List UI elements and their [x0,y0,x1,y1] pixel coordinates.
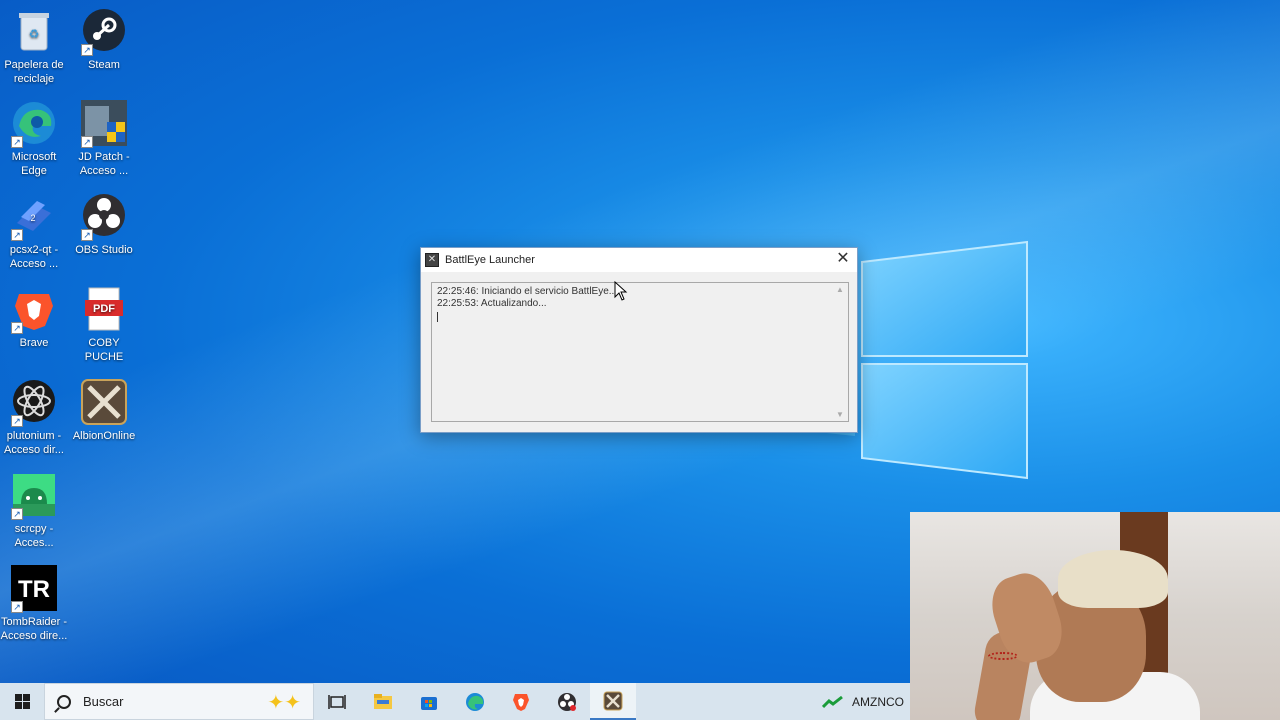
desktop-icon-plutonium[interactable]: ↗ plutonium - Acceso dir... [0,379,70,457]
desktop-icon-label: TombRaider - Acceso dire... [0,616,68,642]
jd-patch-icon: ↗ [81,100,127,148]
tray-stock-widget[interactable]: AMZNCO [822,683,904,720]
taskbar-search[interactable]: Buscar ✦✦ [44,683,314,720]
webcam-overlay [910,512,1280,720]
dialog-titlebar[interactable]: ✕ BattlEye Launcher [421,248,857,272]
albion-taskbar-button[interactable] [590,683,636,720]
shortcut-arrow-icon: ↗ [81,229,93,241]
pdf-badge: PDF [93,303,115,315]
obs-icon: ↗ [81,193,127,241]
svg-text:2: 2 [30,213,35,223]
plutonium-icon: ↗ [11,379,57,427]
shortcut-arrow-icon: ↗ [11,322,23,334]
shortcut-arrow-icon: ↗ [11,601,23,613]
search-placeholder: Buscar [83,694,124,709]
log-textarea[interactable]: 22:25:46: Iniciando el servicio BattlEye… [431,282,849,422]
task-view-button[interactable] [314,683,360,720]
edge-taskbar-button[interactable] [452,683,498,720]
tr-badge: TR [18,576,50,603]
tombraider-icon: TR ↗ [11,565,57,613]
desktop-icon-label: AlbionOnline [72,430,136,442]
battleye-launcher-dialog: ✕ BattlEye Launcher ✕ 22:25:46: Iniciand… [420,247,858,433]
desktop-icon-brave[interactable]: ↗ Brave [0,286,70,350]
desktop-icon-label: Papelera de reciclaje [4,59,64,85]
task-view-icon [328,694,346,709]
desktop-icon-edge[interactable]: ↗ Microsoft Edge [0,100,70,178]
edge-icon: ↗ [11,100,57,148]
desktop-icon-coby-puche[interactable]: PDF COBY PUCHE [68,286,140,364]
desktop-icon-label: scrcpy - Acces... [14,523,54,549]
albion-icon [81,379,127,425]
desktop-icon-obs[interactable]: ↗ OBS Studio [68,193,140,257]
log-line: 22:25:53: Actualizando... [437,298,547,309]
windows-start-icon [14,694,30,709]
desktop-icon-label: JD Patch - Acceso ... [78,151,130,177]
close-button[interactable]: ✕ [829,248,857,272]
obs-icon [558,692,576,711]
shortcut-arrow-icon: ↗ [11,415,23,427]
albion-icon [603,691,623,710]
scroll-down-icon[interactable]: ▼ [832,410,848,419]
desktop-icon-label: COBY PUCHE [84,337,124,363]
desktop-icon-label: Microsoft Edge [11,151,57,177]
text-caret [437,312,438,322]
scroll-up-icon[interactable]: ▲ [832,285,848,294]
log-line: 22:25:46: Iniciando el servicio BattlEye… [437,286,618,297]
android-icon: ↗ [11,472,57,520]
svg-text:♻: ♻ [29,27,40,41]
steam-icon: ↗ [81,8,127,56]
desktop-icon-scrcpy[interactable]: ↗ scrcpy - Acces... [0,472,70,550]
brave-taskbar-button[interactable] [498,683,544,720]
start-button[interactable] [0,683,44,720]
desktop-icon-label: pcsx2-qt - Acceso ... [9,244,59,270]
shortcut-arrow-icon: ↗ [11,136,23,148]
folder-icon [374,693,392,709]
scrollbar[interactable]: ▲ ▼ [832,283,848,421]
shortcut-arrow-icon: ↗ [11,229,23,241]
desktop-icon-tombraider[interactable]: TR ↗ TombRaider - Acceso dire... [0,565,70,643]
obs-taskbar-button[interactable] [544,683,590,720]
shortcut-arrow-icon: ↗ [11,508,23,520]
search-icon [57,694,71,709]
store-icon [421,696,437,710]
stock-chart-icon [822,695,843,708]
recycle-bin-icon: ♻ [11,8,57,54]
edge-icon [466,692,484,711]
file-explorer-button[interactable] [360,683,406,720]
battleye-app-icon: ✕ [425,253,439,267]
desktop-icon-albion[interactable]: AlbionOnline [68,379,140,443]
mouse-cursor-icon [614,281,628,301]
brave-icon: ↗ [11,286,57,334]
desktop-icon-jd-patch[interactable]: ↗ JD Patch - Acceso ... [68,100,140,178]
desktop-icon-label: Brave [19,337,49,349]
dialog-title: BattlEye Launcher [445,254,535,266]
brave-icon [513,693,529,711]
shortcut-arrow-icon: ↗ [81,136,93,148]
store-button[interactable] [406,683,452,720]
pdf-icon: PDF [81,286,127,332]
desktop-icon-label: OBS Studio [75,244,133,256]
tray-text: AMZNCO [852,694,904,709]
sparkle-icon: ✦✦ [267,692,301,714]
desktop-icon-label: Steam [88,59,120,71]
desktop-icon-steam[interactable]: ↗ Steam [68,8,140,72]
webcam-bracelet [988,652,1018,660]
desktop-icon-label: plutonium - Acceso dir... [4,430,64,456]
pcsx2-icon: 2 ↗ [11,193,57,241]
webcam-cap [1058,550,1168,608]
desktop-icon-recycle-bin[interactable]: ♻ Papelera de reciclaje [0,8,70,86]
shortcut-arrow-icon: ↗ [81,44,93,56]
desktop-icon-pcsx2[interactable]: 2 ↗ pcsx2-qt - Acceso ... [0,193,70,271]
